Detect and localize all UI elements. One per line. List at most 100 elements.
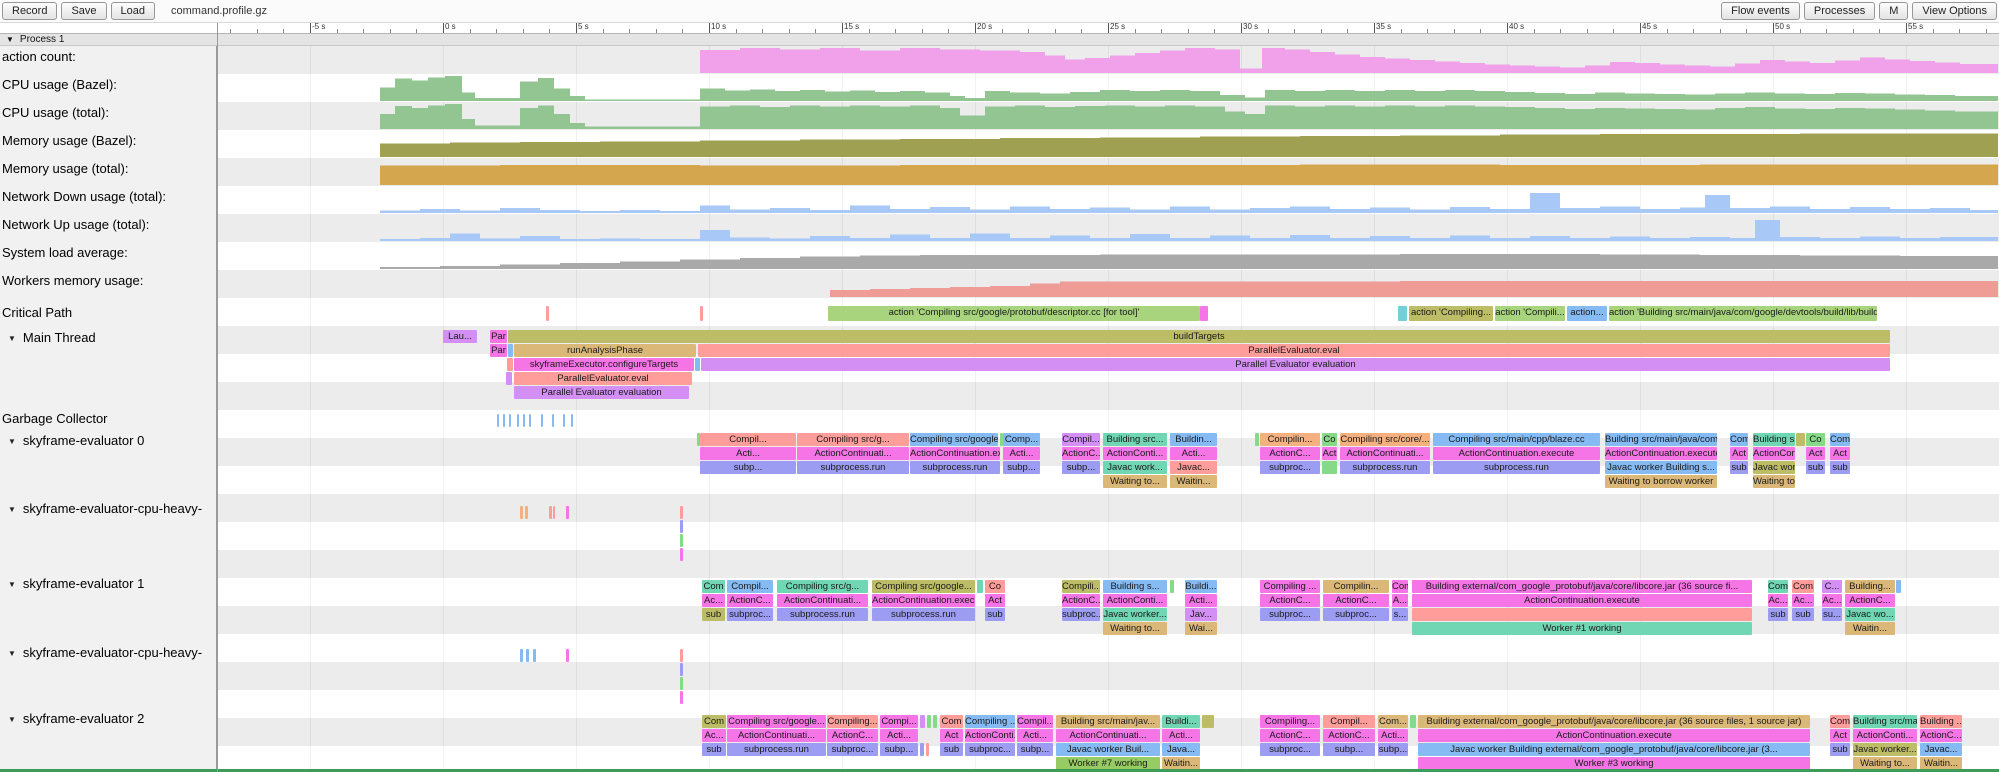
track-slice[interactable]: Ac... (1792, 594, 1814, 607)
track-slice[interactable]: subproc... (727, 608, 773, 621)
track-slice[interactable] (695, 358, 700, 371)
track-slice[interactable] (680, 691, 683, 704)
track-slice[interactable]: Compil... (1017, 715, 1053, 728)
track-slice[interactable] (1255, 433, 1259, 446)
track-expander-icon[interactable]: ▼ (8, 505, 16, 514)
track-slice[interactable]: subp... (880, 743, 918, 756)
track-slice[interactable] (541, 414, 543, 427)
track-slice[interactable]: Building src/main/jav... (1056, 715, 1160, 728)
track-slice[interactable] (1202, 715, 1214, 728)
track-slice[interactable]: Building ... (1920, 715, 1962, 728)
track-slice[interactable]: action... (1567, 306, 1607, 321)
track-slice[interactable]: subprocess.run (1433, 461, 1600, 474)
track-slice[interactable]: ActionC... (727, 594, 773, 607)
track-slice[interactable]: ActionC... (1260, 594, 1320, 607)
track-slice[interactable]: Parallel Evaluator evaluation (701, 358, 1890, 371)
track-slice[interactable]: Ac... (702, 594, 725, 607)
track-slice[interactable]: Acti... (700, 447, 796, 460)
track-slice[interactable]: Act (1322, 447, 1337, 460)
track-slice[interactable] (563, 414, 565, 427)
track-slice[interactable]: Waiting to... (1103, 622, 1167, 635)
track-slice[interactable]: Javac worker... (1853, 743, 1917, 756)
track-slice[interactable] (680, 520, 683, 533)
track-slice[interactable]: Javac work... (1103, 461, 1167, 474)
track-slice[interactable]: sub (1830, 461, 1850, 474)
track-slice[interactable]: ActionC... (827, 729, 878, 742)
track-slice[interactable]: subprocess.run (797, 461, 909, 474)
track-slice[interactable]: ActionC... (1062, 447, 1100, 460)
track-slice[interactable] (533, 649, 536, 662)
counter-chart-cpu-usage-total[interactable] (0, 102, 1999, 130)
track-slice[interactable]: sub (940, 743, 963, 756)
track-slice[interactable]: subp... (1017, 743, 1053, 756)
track-slice[interactable]: Compiling src/google... (872, 580, 975, 593)
process-header[interactable]: ▼Process 1 (0, 33, 1999, 46)
track-slice[interactable]: Waitin... (1845, 622, 1895, 635)
track-slice[interactable] (526, 649, 529, 662)
track-slice[interactable]: Com (1830, 715, 1850, 728)
track-slice[interactable]: Waitin... (1170, 475, 1217, 488)
track-slice[interactable]: ActionC... (1323, 594, 1389, 607)
track-slice[interactable]: Ac... (702, 729, 726, 742)
track-slice[interactable]: ActionContinuati... (727, 729, 826, 742)
track-slice[interactable]: Compil... (700, 433, 796, 446)
track-slice[interactable]: ActionConti... (1103, 594, 1167, 607)
track-slice[interactable]: Compil... (727, 580, 773, 593)
track-slice[interactable] (546, 306, 549, 321)
track-slice[interactable]: Javac worker Building s... (1605, 461, 1717, 474)
track-slice[interactable]: Javac worker Building external/com_googl… (1418, 743, 1810, 756)
counter-chart-action-count[interactable] (0, 46, 1999, 74)
track-slice[interactable]: subp... (1378, 743, 1408, 756)
track-slice[interactable]: Compiling... (1260, 715, 1320, 728)
track-slice[interactable]: Building external/com_google_protobuf/ja… (1412, 580, 1752, 593)
track-slice[interactable]: su... (1822, 608, 1842, 621)
track-slice[interactable]: Ac... (1768, 594, 1788, 607)
track-slice[interactable]: Waiting to... (1753, 475, 1795, 488)
track-slice[interactable] (566, 649, 569, 662)
track-slice[interactable]: subprocess.run (872, 608, 975, 621)
track-slice[interactable]: Buildi... (1185, 580, 1217, 593)
track-expander-icon[interactable]: ▼ (8, 334, 16, 343)
track-slice[interactable]: Compil... (1323, 715, 1375, 728)
track-slice[interactable]: Building src/main/java/com/go... (1605, 433, 1717, 446)
load-button[interactable]: Load (111, 2, 155, 20)
track-slice[interactable] (566, 506, 569, 519)
track-slice[interactable]: sub (1792, 608, 1814, 621)
track-slice[interactable]: Acti... (1170, 447, 1217, 460)
track-slice[interactable]: Compilin... (1323, 580, 1389, 593)
track-slice[interactable]: Compiling ... (1260, 580, 1320, 593)
track-slice[interactable] (1896, 580, 1901, 593)
track-slice[interactable]: Waiting to... (1103, 475, 1167, 488)
track-slice[interactable] (933, 715, 937, 728)
track-slice[interactable] (977, 580, 983, 593)
track-expander-icon[interactable]: ▼ (8, 580, 16, 589)
track-label-main-thread[interactable]: ▼Main Thread (2, 330, 96, 346)
track-expander-icon[interactable]: ▼ (8, 715, 16, 724)
track-slice[interactable]: Compili... (1062, 580, 1100, 593)
track-slice[interactable]: subprocess.run (1340, 461, 1430, 474)
track-slice[interactable]: Compilin... (1260, 433, 1320, 446)
track-slice[interactable]: subp... (1003, 461, 1040, 474)
track-expander-icon[interactable]: ▼ (8, 649, 16, 658)
track-slice[interactable]: subproc... (1260, 461, 1320, 474)
track-slice[interactable]: Acti... (1003, 447, 1040, 460)
track-slice[interactable] (525, 506, 528, 519)
track-slice[interactable] (680, 548, 683, 561)
track-slice[interactable]: Lau... (443, 330, 477, 343)
track-slice[interactable]: ActionContinuati... (797, 447, 909, 460)
track-slice[interactable]: subproc... (827, 743, 878, 756)
track-slice[interactable] (523, 414, 525, 427)
track-slice[interactable] (549, 506, 552, 519)
track-slice[interactable]: Act (1830, 729, 1850, 742)
track-slice[interactable]: Compiling ... (965, 715, 1015, 728)
track-slice[interactable]: Building src/ma... (1853, 715, 1917, 728)
track-slice[interactable]: Wai... (1185, 622, 1217, 635)
counter-chart-network-up-usage[interactable] (0, 214, 1999, 242)
track-slice[interactable]: subproc... (965, 743, 1015, 756)
track-slice[interactable]: Acti... (1162, 729, 1200, 742)
track-slice[interactable]: Act (985, 594, 1005, 607)
track-slice[interactable]: subprocess.run (727, 743, 826, 756)
track-slice[interactable]: runAnalysisPhase (514, 344, 696, 357)
track-slice[interactable]: Act (1730, 447, 1748, 460)
track-slice[interactable]: ActionConti... (965, 729, 1015, 742)
